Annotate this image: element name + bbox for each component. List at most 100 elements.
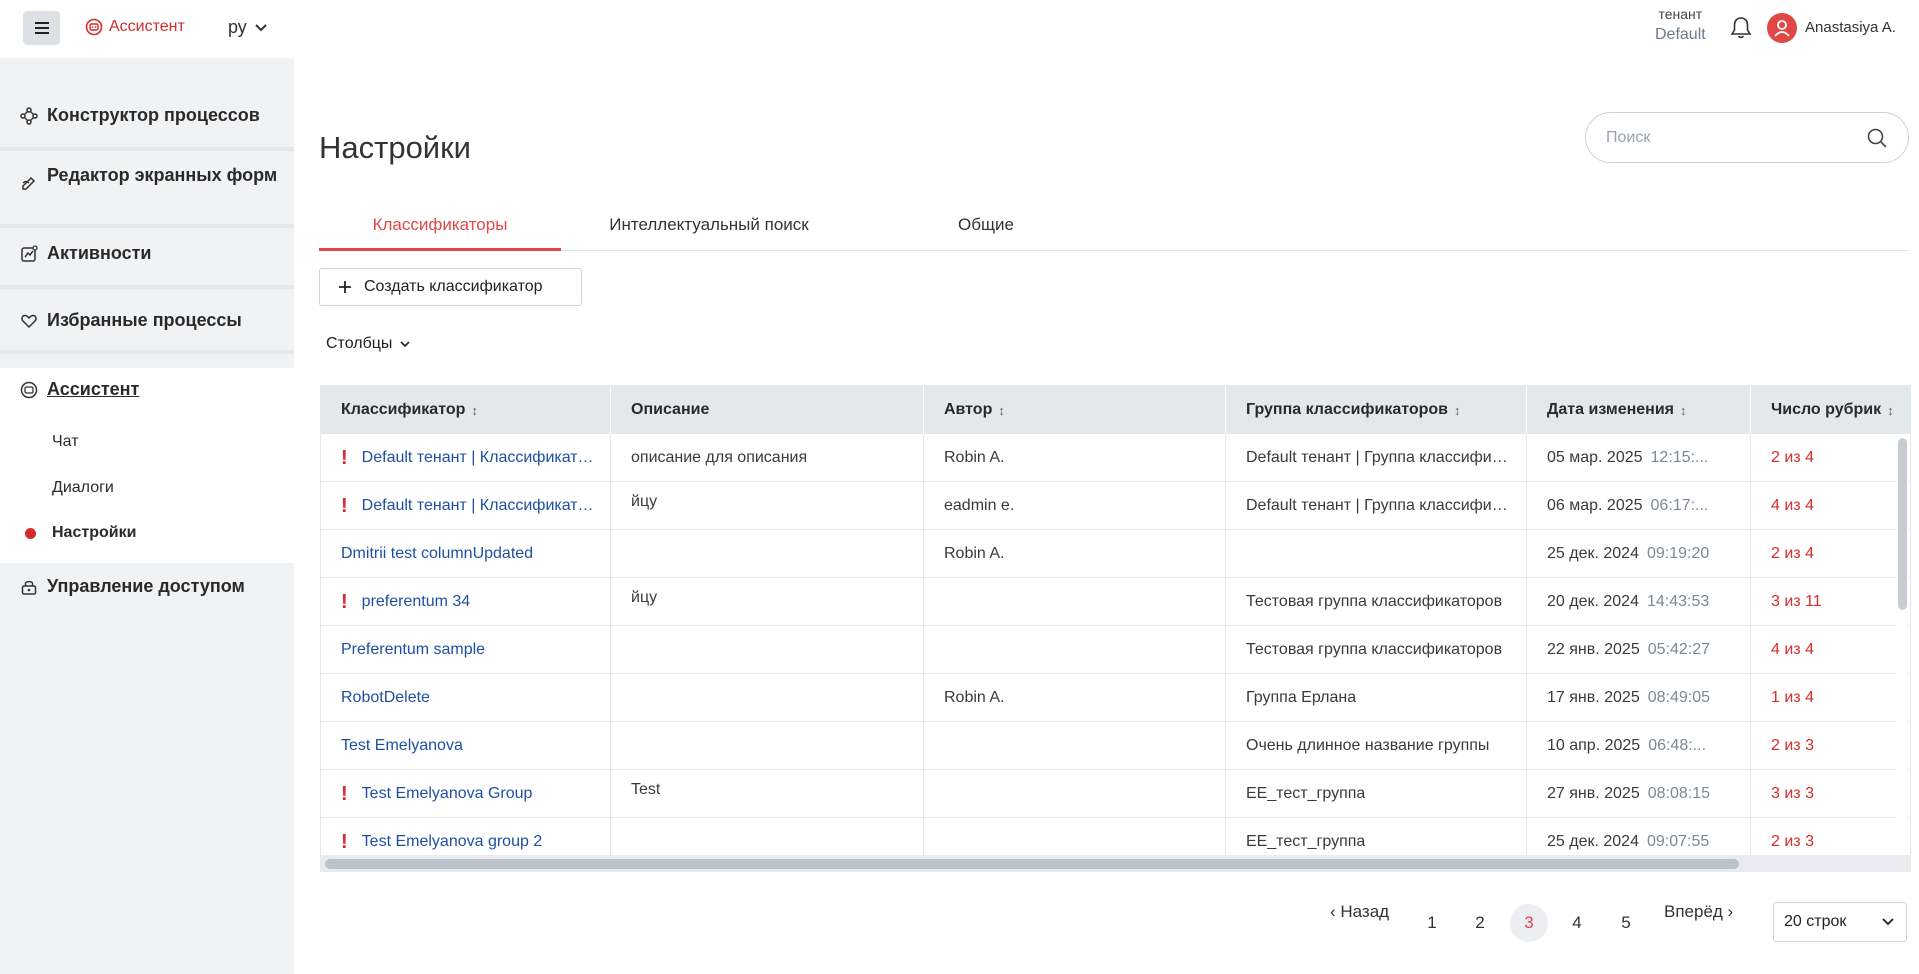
classifier-name-cell[interactable]: Test Emelyanova [321,722,611,770]
page-button[interactable]: 1 [1413,904,1451,942]
date-text: 20 дек. 2024 [1547,593,1639,610]
sidebar: Конструктор процессов Редактор экранных … [0,58,294,974]
next-page-button[interactable]: Вперёд › [1664,902,1733,922]
date-cell: 20 дек. 2024 14:43:53 [1527,578,1751,626]
sidebar-item-favorites[interactable]: Избранные процессы [20,311,280,330]
group-text: Очень длинное название группы [1246,737,1490,754]
classifier-name[interactable]: Test Emelyanova Group [362,785,533,803]
sidebar-item-activities[interactable]: Активности [20,244,280,263]
classifier-name[interactable]: Dmitrii test columnUpdated [341,545,533,563]
table-row[interactable]: Test Emelyanova Очень длинное название гр… [321,722,1910,770]
columns-dropdown[interactable]: Столбцы [326,335,410,353]
classifier-name[interactable]: preferentum 34 [362,593,471,611]
tab-intelligent-search[interactable]: Интеллектуальный поиск [595,215,823,235]
date-cell: 25 дек. 2024 09:19:20 [1527,530,1751,578]
tab-classifiers[interactable]: Классификаторы [319,215,561,235]
page-button[interactable]: 5 [1607,904,1645,942]
column-header-group[interactable]: Группа классификаторов ↕ [1226,386,1527,434]
sort-icon: ↕ [1680,402,1687,418]
table-row[interactable]: RobotDelete Robin A. Группа Ерлана 17 янв. … [321,674,1910,722]
search-input[interactable]: Поиск [1585,112,1909,163]
column-header-label: Описание [631,401,710,418]
author-cell: Robin A. [924,530,1226,578]
description-cell [611,722,924,770]
language-selector[interactable]: ру [228,17,267,38]
table-row[interactable]: ! Default тенант | Классификатор йцу eadmin… [321,482,1910,530]
menu-toggle-button[interactable] [23,11,60,45]
table-row[interactable]: Dmitrii test columnUpdated Robin A. 25 дек… [321,530,1910,578]
sidebar-assistant-group: Ассистент Чат Диалоги Настройки [0,368,294,563]
column-header-classifier[interactable]: Классификатор ↕ [321,386,611,434]
prev-page-label: Назад [1340,902,1390,921]
sidebar-item-label: Конструктор процессов [47,105,260,125]
author-text: Robin A. [944,449,1005,466]
classifier-name-cell[interactable]: ! Test Emelyanova Group [321,770,611,818]
description-text: йцу [631,493,658,510]
classifier-name[interactable]: Test Emelyanova [341,737,463,755]
classifier-name[interactable]: RobotDelete [341,689,430,707]
classifier-name-cell[interactable]: Preferentum sample [321,626,611,674]
sidebar-divider [0,285,294,289]
avatar[interactable] [1767,13,1797,43]
rubric-count-cell: 3 из 3 [1751,770,1910,818]
sidebar-item-assistant[interactable]: Ассистент [20,380,280,399]
group-text: Тестовая группа классификаторов [1246,641,1503,658]
description-cell: описание для описания [611,434,924,482]
table-row[interactable]: ! preferentum 34 йцу Тестовая группа класси… [321,578,1910,626]
chevron-down-icon [255,23,267,31]
author-cell [924,626,1226,674]
sidebar-item-form-editor[interactable]: Редактор экранных форм [20,166,280,192]
column-header-author[interactable]: Автор ↕ [924,386,1226,434]
table-row[interactable]: Preferentum sample Тестовая группа класси… [321,626,1910,674]
classifier-name-cell[interactable]: RobotDelete [321,674,611,722]
page-button[interactable]: 4 [1558,904,1596,942]
author-cell: Robin A. [924,674,1226,722]
page-button-current[interactable]: 3 [1510,904,1548,942]
notifications-button[interactable] [1730,16,1752,45]
sidebar-subitem-settings[interactable]: Настройки [52,524,136,542]
description-cell [611,674,924,722]
brand-link[interactable]: Ассистент [85,18,185,36]
sidebar-divider [0,224,294,228]
sidebar-subitem-chat[interactable]: Чат [52,433,79,451]
time-text: 06:48:... [1648,737,1707,754]
classifier-name-cell[interactable]: ! Default тенант | Классификатор [321,482,611,530]
page-button[interactable]: 2 [1461,904,1499,942]
author-cell: eadmin e. [924,482,1226,530]
rubric-count-cell: 4 из 4 [1751,482,1910,530]
column-header-description[interactable]: Описание [611,386,924,434]
time-text: 08:49:05 [1647,689,1711,706]
group-text: Группа Ерлана [1246,689,1357,706]
chevron-down-icon [1882,918,1894,926]
table-row[interactable]: ! Default тенант | Классификатор описание … [321,434,1910,482]
sidebar-item-process-builder[interactable]: Конструктор процессов [20,106,280,125]
classifier-name-cell[interactable]: Dmitrii test columnUpdated [321,530,611,578]
vertical-scrollbar[interactable] [1896,436,1908,859]
search-icon[interactable] [1866,127,1888,149]
horizontal-scrollbar[interactable] [321,855,1910,871]
classifier-name-cell[interactable]: ! Default тенант | Классификатор [321,434,611,482]
rows-per-page-select[interactable]: 20 строк [1773,902,1907,942]
classifier-name-cell[interactable]: ! preferentum 34 [321,578,611,626]
classifier-name[interactable]: Default тенант | Классификатор [362,449,594,467]
sidebar-item-access[interactable]: Управление доступом [20,577,280,596]
horizontal-scrollbar-thumb[interactable] [325,859,1739,869]
column-header-count[interactable]: Число рубрик ↕ [1751,386,1910,434]
column-header-date[interactable]: Дата изменения ↕ [1527,386,1751,434]
create-classifier-button[interactable]: Создать классификатор [319,268,582,306]
prev-page-button[interactable]: ‹ Назад [1330,902,1389,922]
tab-general[interactable]: Общие [871,215,1101,235]
sidebar-subitem-dialogs[interactable]: Диалоги [52,479,114,497]
column-header-label: Дата изменения [1547,401,1674,418]
user-name[interactable]: Anastasiya A. [1805,19,1896,36]
classifier-name[interactable]: Test Emelyanova group 2 [362,833,543,851]
sort-icon: ↕ [1454,402,1461,418]
table-row[interactable]: ! Test Emelyanova Group Test ЕЕ_тест_группа… [321,770,1910,818]
group-text: ЕЕ_тест_группа [1246,833,1366,850]
vertical-scrollbar-thumb[interactable] [1898,438,1907,610]
classifier-name[interactable]: Preferentum sample [341,641,485,659]
description-text: Test [631,781,661,798]
tenant-selector[interactable]: тенант Default [1655,6,1706,44]
author-text: eadmin e. [944,497,1015,514]
classifier-name[interactable]: Default тенант | Классификатор [362,497,594,515]
